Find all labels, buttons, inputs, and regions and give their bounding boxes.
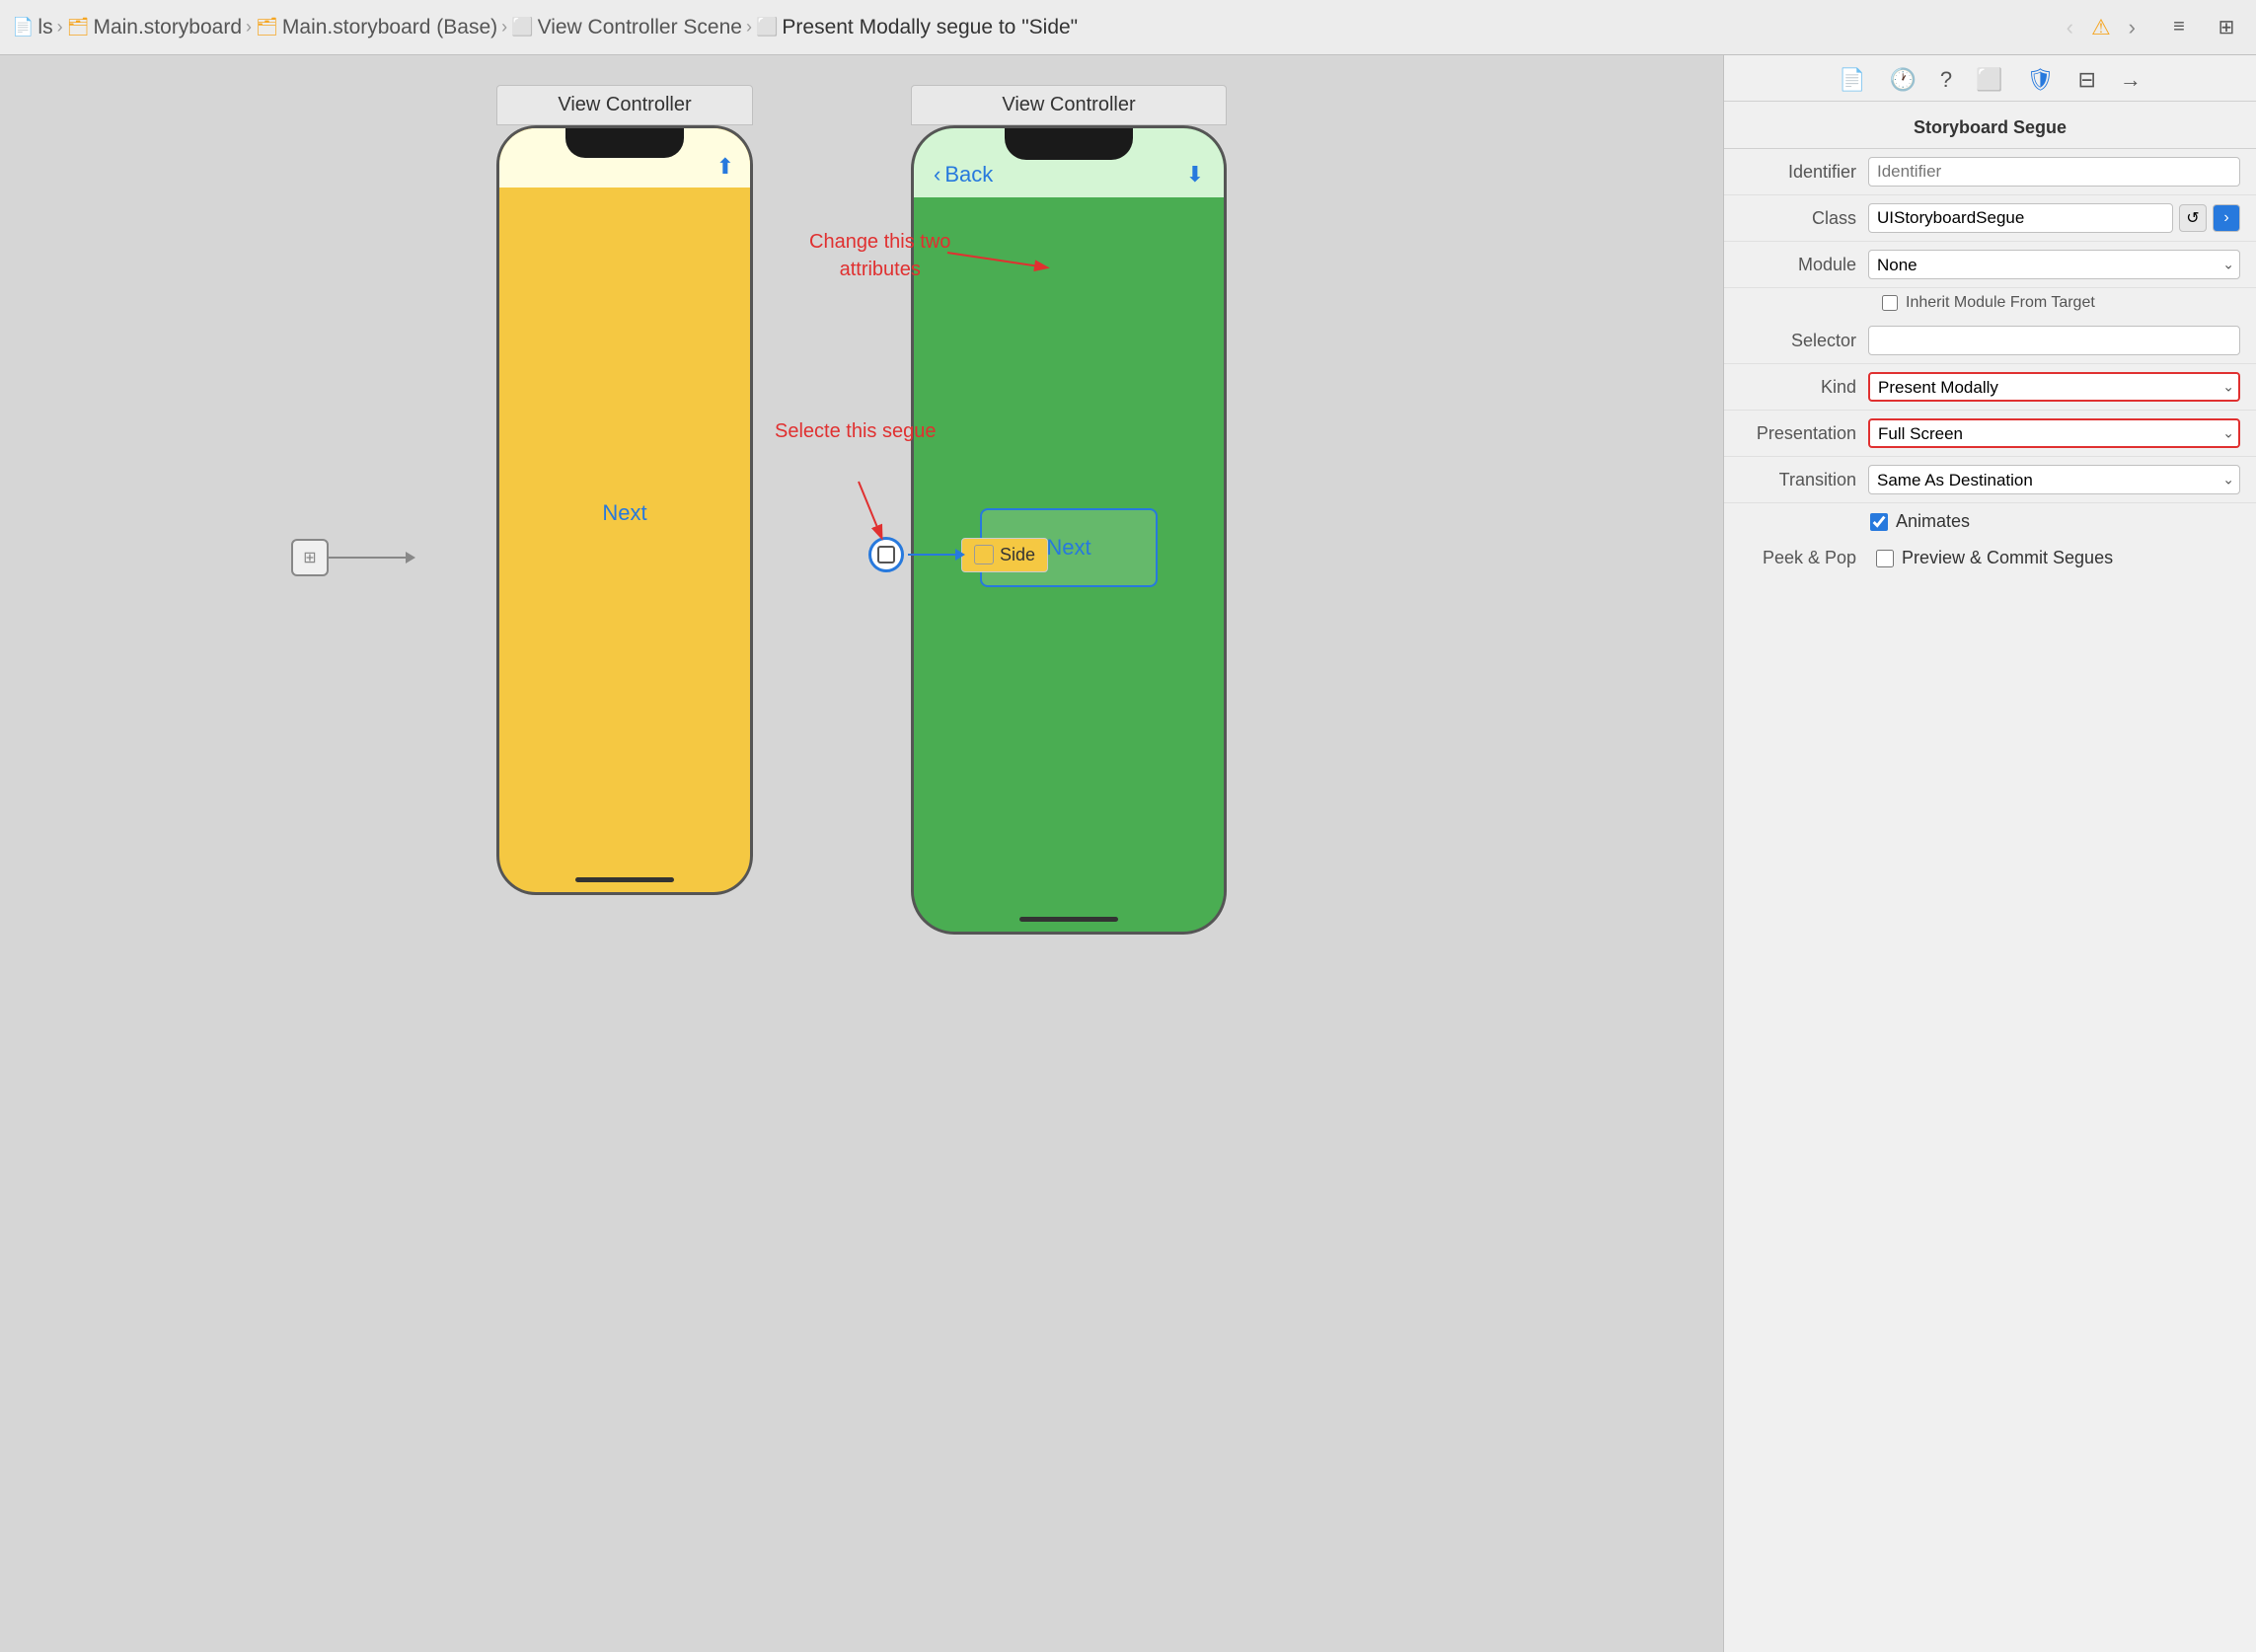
identifier-input[interactable] — [1868, 157, 2240, 187]
segue-connector-1: ⊞ — [291, 539, 408, 576]
segue-circle[interactable] — [868, 537, 904, 572]
forward-nav-button[interactable]: › — [2123, 11, 2142, 44]
class-row: Class ↺ › — [1724, 195, 2256, 242]
breadcrumb-item-2[interactable]: 🗂 Main.storyboard — [67, 16, 242, 39]
peek-row: Peek & Pop Preview & Commit Segues — [1724, 540, 2256, 576]
list-icon[interactable]: ≡ — [2161, 10, 2197, 45]
navigation-buttons: ‹ ⚠ › — [2061, 11, 2142, 44]
back-button[interactable]: ‹ Back — [934, 162, 993, 188]
presentation-row: Presentation Full Screen Automatic Curre… — [1724, 411, 2256, 457]
main-content: View Controller ⬆ Next ⊞ View — [0, 55, 2256, 1652]
class-arrow-button[interactable]: › — [2213, 204, 2240, 232]
inspector-top-icons: 📄 🕐 ? ⬜ 🛡 ⊟ → — [1724, 55, 2256, 102]
inspector-panel: 📄 🕐 ? ⬜ 🛡 ⊟ → Storyboard Segue Identifie… — [1723, 55, 2256, 1652]
selector-row: Selector — [1724, 318, 2256, 364]
breadcrumb-item-3[interactable]: 🗂 Main.storyboard (Base) — [256, 16, 497, 39]
segue-connector-2: Side — [868, 537, 1048, 572]
class-input[interactable] — [1868, 203, 2173, 233]
download-icon[interactable]: ⬇ — [1186, 162, 1204, 188]
breadcrumb-item-1[interactable]: 📄 ls — [12, 16, 53, 39]
grid-icon[interactable]: ⊞ — [2209, 10, 2244, 45]
arrows-overlay — [0, 55, 1540, 943]
kind-select[interactable]: Present Modally Show Show Detail Present… — [1868, 372, 2240, 402]
animates-checkbox[interactable] — [1870, 513, 1888, 531]
clock-icon[interactable]: 🕐 — [1889, 67, 1916, 93]
kind-row: Kind Present Modally Show Show Detail Pr… — [1724, 364, 2256, 411]
transition-label: Transition — [1740, 470, 1868, 490]
home-indicator-1 — [575, 877, 674, 882]
phone-body-1: Next — [499, 188, 750, 839]
module-row: Module None ⌄ — [1724, 242, 2256, 288]
module-select[interactable]: None — [1868, 250, 2240, 279]
module-label: Module — [1740, 255, 1868, 275]
canvas-area[interactable]: View Controller ⬆ Next ⊞ View — [0, 55, 1723, 1652]
presentation-select[interactable]: Full Screen Automatic Current Context Pa… — [1868, 418, 2240, 448]
annotation-change-attributes: Change this twoattributes — [809, 228, 950, 283]
phone-mockup-1[interactable]: ⬆ Next — [496, 125, 753, 895]
inherit-checkbox[interactable] — [1882, 295, 1898, 311]
breadcrumb: 📄 ls › 🗂 Main.storyboard › 🗂 Main.storyb… — [12, 16, 1078, 39]
annotation-select-segue: Selecte this segue — [775, 420, 936, 443]
back-nav-button[interactable]: ‹ — [2061, 11, 2079, 44]
inspector-title: Storyboard Segue — [1724, 102, 2256, 149]
transition-select-wrap: Same As Destination Cover Vertical Flip … — [1868, 465, 2240, 494]
vc2-label: View Controller — [911, 85, 1227, 125]
inherit-label: Inherit Module From Target — [1906, 294, 2095, 312]
side-icon — [974, 545, 994, 564]
class-label: Class — [1740, 208, 1868, 229]
square-icon[interactable]: ⬜ — [1976, 67, 2002, 93]
vc1-label: View Controller — [496, 85, 753, 125]
transition-select[interactable]: Same As Destination Cover Vertical Flip … — [1868, 465, 2240, 494]
presentation-select-wrap: Full Screen Automatic Current Context Pa… — [1868, 418, 2240, 448]
breadcrumb-item-4[interactable]: ⬜ View Controller Scene — [511, 16, 742, 39]
warning-button[interactable]: ⚠ — [2085, 11, 2117, 44]
topbar: 📄 ls › 🗂 Main.storyboard › 🗂 Main.storyb… — [0, 0, 2256, 55]
identifier-row: Identifier — [1724, 149, 2256, 195]
peek-checkbox[interactable] — [1876, 550, 1894, 567]
vc2-panel: View Controller ‹ Back ⬇ Next — [911, 85, 1227, 935]
shield-icon[interactable]: 🛡 — [2027, 67, 2055, 93]
kind-label: Kind — [1740, 377, 1868, 398]
share-icon[interactable]: ⬆ — [716, 154, 734, 180]
segue-circle-inner — [877, 546, 895, 563]
segue-icon-1: ⊞ — [303, 548, 316, 567]
side-badge: Side — [961, 538, 1048, 572]
question-icon[interactable]: ? — [1940, 67, 1952, 93]
identifier-label: Identifier — [1740, 162, 1868, 183]
vc1-panel: View Controller ⬆ Next — [496, 85, 753, 895]
arrow-icon[interactable]: → — [2120, 67, 2142, 93]
animates-label: Animates — [1896, 511, 1970, 532]
segue-icon-box-1: ⊞ — [291, 539, 329, 576]
next-label-1: Next — [602, 500, 646, 526]
breadcrumb-item-5[interactable]: ⬜ Present Modally segue to "Side" — [756, 16, 1078, 39]
home-indicator-2 — [1019, 917, 1118, 922]
transition-row: Transition Same As Destination Cover Ver… — [1724, 457, 2256, 503]
next-button-label: Next — [1046, 535, 1090, 561]
phone-notch-2 — [1005, 128, 1133, 160]
phone-notch-1 — [565, 128, 684, 158]
toolbar-icons: ≡ ⊞ — [2161, 10, 2244, 45]
inherit-row: Inherit Module From Target — [1724, 288, 2256, 318]
module-select-wrap: None ⌄ — [1868, 250, 2240, 279]
peek-label: Peek & Pop — [1740, 548, 1868, 568]
class-refresh-button[interactable]: ↺ — [2179, 204, 2207, 232]
kind-select-wrap: Present Modally Show Show Detail Present… — [1868, 372, 2240, 402]
peek-text: Preview & Commit Segues — [1902, 548, 2113, 568]
selector-input[interactable] — [1868, 326, 2240, 355]
selector-label: Selector — [1740, 331, 1868, 351]
presentation-label: Presentation — [1740, 423, 1868, 444]
slider-icon[interactable]: ⊟ — [2077, 67, 2095, 93]
doc-icon[interactable]: 📄 — [1839, 67, 1865, 93]
animates-row: Animates — [1724, 503, 2256, 540]
class-input-group: ↺ › — [1868, 203, 2240, 233]
phone-mockup-2[interactable]: ‹ Back ⬇ Next — [911, 125, 1227, 935]
